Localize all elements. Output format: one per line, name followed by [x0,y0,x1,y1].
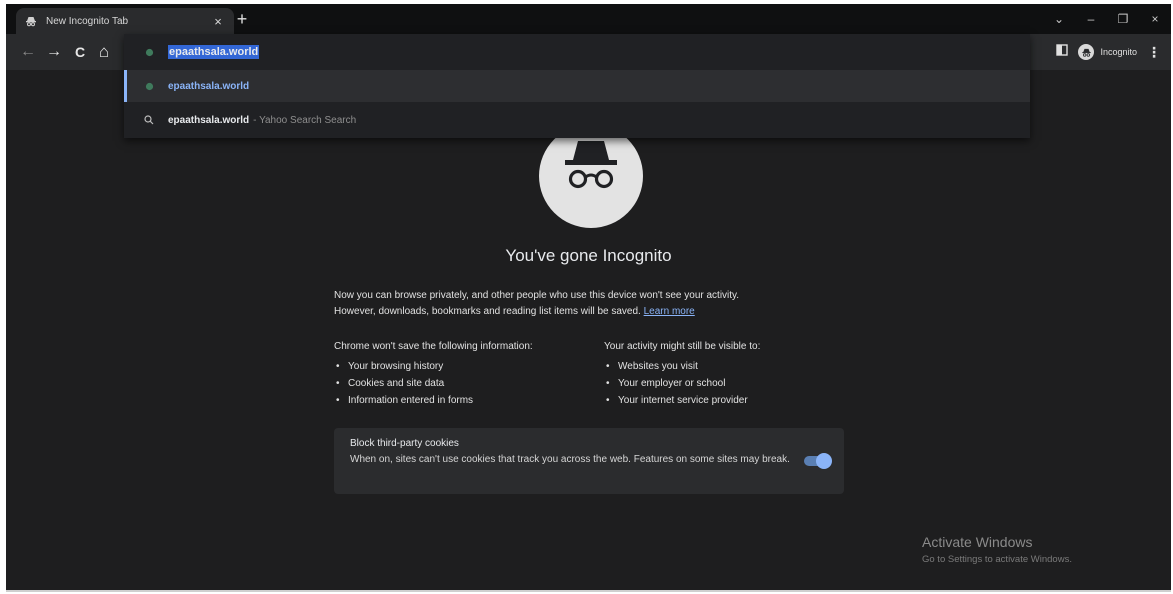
side-panel-icon[interactable] [1056,43,1069,61]
not-saved-column: Chrome won't save the following informat… [334,338,533,409]
browser-window: New Incognito Tab × + ⌄ – ❐ × ← → C ⌂ In… [6,4,1171,592]
intro-text: Now you can browse privately, and other … [334,288,854,320]
toggle-knob [816,453,832,469]
third-party-cookies-card: Block third-party cookies When on, sites… [334,428,844,494]
incognito-avatar-icon [1078,44,1095,60]
cookie-card-title: Block third-party cookies [350,438,459,449]
profile-label: Incognito [1100,47,1137,57]
list-item: Your browsing history [334,358,533,375]
list-item: Websites you visit [604,358,760,375]
tab-strip: New Incognito Tab × + ⌄ – ❐ × [6,4,1171,34]
forward-button[interactable]: → [44,42,64,62]
search-icon [142,113,156,127]
bottom-edge [6,590,1171,592]
menu-icon[interactable]: ⋮ [1147,44,1161,61]
watermark-subtitle: Go to Settings to activate Windows. [922,554,1072,565]
omnibox-suggestion[interactable]: epaathsala.world - Yahoo Search Search [124,104,1030,136]
list-item: Cookies and site data [334,375,533,392]
restore-button[interactable]: ❐ [1107,12,1139,26]
suggestion-suffix: - Yahoo Search Search [253,114,357,126]
tab-search-chevron-icon[interactable]: ⌄ [1043,12,1075,26]
activate-windows-watermark: Activate Windows Go to Settings to activ… [922,534,1072,565]
globe-icon [142,79,156,93]
intro-line-1: Now you can browse privately, and other … [334,290,740,301]
incognito-logo [539,124,643,228]
minimize-button[interactable]: – [1075,12,1107,26]
address-input[interactable]: epaathsala.world [168,45,260,59]
list-item: Information entered in forms [334,392,533,409]
watermark-title: Activate Windows [922,534,1033,550]
not-saved-title: Chrome won't save the following informat… [334,341,533,352]
close-window-button[interactable]: × [1139,12,1171,26]
omnibox-dropdown: epaathsala.world epaathsala.world epaath… [124,34,1030,138]
block-cookies-toggle[interactable] [804,453,832,469]
still-visible-column: Your activity might still be visible to:… [604,338,760,409]
learn-more-link[interactable]: Learn more [644,306,695,317]
suggestion-text: epaathsala.world [168,80,250,92]
incognito-profile-button[interactable]: Incognito [1078,44,1137,60]
cookie-card-description: When on, sites can't use cookies that tr… [350,454,790,465]
list-item: Your employer or school [604,375,760,392]
tab-new-incognito[interactable]: New Incognito Tab × [16,8,234,34]
page-title: You've gone Incognito [505,246,672,265]
incognito-hat-glasses-icon [565,141,617,189]
still-visible-title: Your activity might still be visible to: [604,341,761,352]
tab-close-icon[interactable]: × [210,14,226,29]
list-item: Your internet service provider [604,392,760,409]
omnibox-suggestion[interactable]: epaathsala.world [124,70,1030,102]
suggestion-text: epaathsala.world [168,114,250,126]
reload-button[interactable]: C [70,42,90,62]
home-button[interactable]: ⌂ [94,42,114,62]
toolbar-right: Incognito ⋮ [1056,40,1161,64]
incognito-icon [24,14,38,28]
back-button[interactable]: ← [18,42,38,62]
tab-title: New Incognito Tab [46,15,129,27]
intro-line-2: However, downloads, bookmarks and readin… [334,306,695,317]
new-tab-button[interactable]: + [232,9,252,29]
window-controls: ⌄ – ❐ × [1043,4,1171,34]
globe-icon [142,45,156,59]
address-bar[interactable]: epaathsala.world [124,34,1030,70]
